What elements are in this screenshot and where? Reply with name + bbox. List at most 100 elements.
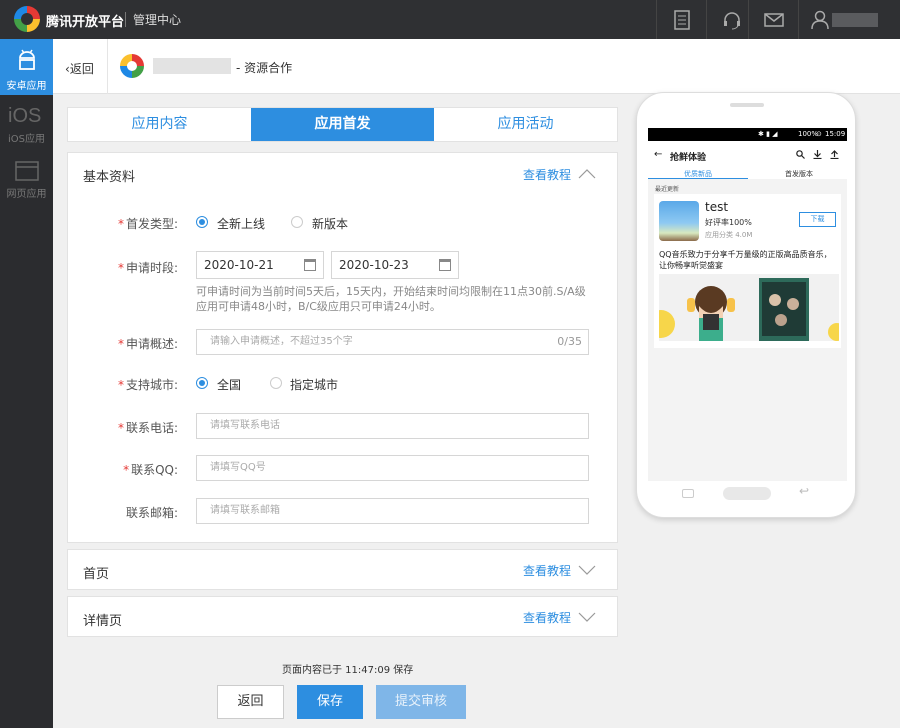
phone-section-title: 最近更新 <box>655 186 680 193</box>
recent-apps-icon <box>682 489 694 498</box>
required-mark: * <box>117 378 124 392</box>
radio-new-version[interactable] <box>291 216 303 228</box>
radio-specific-city-label[interactable]: 指定城市 <box>290 376 338 393</box>
phone-tab-indicator <box>648 178 748 179</box>
breadcrumb: - 资源合作 <box>236 61 293 75</box>
required-mark: * <box>123 463 130 477</box>
period-hint: 可申请时间为当前时间5天后，15天内，开始结束时间均限制在11点30前.S/A级… <box>196 285 586 313</box>
email-input[interactable]: 请填写联系邮箱 <box>196 498 589 524</box>
alarm-icon: ⊙ <box>816 130 822 138</box>
phone-page-title: 抢鲜体验 <box>670 153 707 163</box>
sidebar: 安卓应用 iOS iOS应用 网页应用 <box>0 39 53 728</box>
required-mark: * <box>117 217 124 231</box>
end-date-input[interactable]: 2020-10-23 <box>331 251 459 279</box>
end-date-value: 2020-10-23 <box>339 258 409 272</box>
qq-input[interactable]: 请填写QQ号 <box>196 455 589 481</box>
headset-icon <box>723 11 740 29</box>
sidebar-item-label: iOS应用 <box>8 134 45 145</box>
download-icon <box>813 150 822 159</box>
view-tutorial-link[interactable]: 查看教程 <box>523 609 571 626</box>
home-button-icon <box>723 487 771 500</box>
phone-nav-bar: ↩ <box>637 481 857 507</box>
subheader-divider <box>107 39 108 94</box>
sidebar-item-label: 安卓应用 <box>6 81 47 92</box>
homepage-panel[interactable]: 首页 查看教程 <box>67 549 618 590</box>
view-tutorial-link[interactable]: 查看教程 <box>523 562 571 579</box>
phone-input[interactable]: 请填写联系电话 <box>196 413 589 439</box>
document-icon <box>673 9 690 30</box>
radio-specific-city[interactable] <box>270 377 282 389</box>
search-icon <box>796 150 805 159</box>
calendar-icon[interactable] <box>304 259 316 271</box>
document-button[interactable] <box>656 0 706 39</box>
app-name-blurred <box>153 58 231 74</box>
top-bar: 腾讯开放平台 管理中心 <box>0 0 900 39</box>
start-date-input[interactable]: 2020-10-21 <box>196 251 324 279</box>
email-label: 联系邮箱: <box>125 506 178 520</box>
qq-label: * 联系QQ: <box>88 461 178 478</box>
sidebar-item-label: 网页应用 <box>6 189 47 200</box>
save-button[interactable]: 保存 <box>297 685 363 719</box>
user-icon <box>811 10 829 29</box>
back-button[interactable]: 返回 <box>217 685 284 719</box>
label-text: 联系QQ: <box>131 463 178 477</box>
chevron-down-icon[interactable] <box>578 565 596 575</box>
view-tutorial-link[interactable]: 查看教程 <box>523 166 571 183</box>
city-label: * 支持城市: <box>88 376 178 393</box>
char-counter: 0/35 <box>557 335 582 348</box>
panel-title: 首页 <box>83 567 110 582</box>
sidebar-item-web[interactable]: 网页应用 <box>0 155 53 211</box>
radio-new-launch[interactable] <box>196 216 208 228</box>
mail-icon <box>763 12 784 27</box>
back-arrow-icon: ↩ <box>799 484 810 498</box>
phone-app-bar: ← 抢鲜体验 优质新品 首发版本 <box>648 141 847 179</box>
phone-label: * 联系电话: <box>88 419 178 436</box>
radio-nationwide-label[interactable]: 全国 <box>217 376 241 393</box>
phone-status-bar: ✱ ▮ ◢ 100% ⊙ 15:09 <box>648 128 847 141</box>
summary-label: * 申请概述: <box>88 335 178 352</box>
app-thumbnail-icon <box>659 201 699 241</box>
label-text: 申请概述: <box>125 337 178 351</box>
tencent-logo-icon[interactable] <box>14 6 40 32</box>
phone-app-name: test <box>705 200 729 214</box>
summary-input[interactable]: 请输入申请概述，不超过35个字 0/35 <box>196 329 589 355</box>
sidebar-item-android[interactable]: 安卓应用 <box>0 39 53 95</box>
brand-name[interactable]: 腾讯开放平台 <box>46 11 124 30</box>
tab-app-activity[interactable]: 应用活动 <box>434 108 617 141</box>
phone-screen: ✱ ▮ ◢ 100% ⊙ 15:09 ← 抢鲜体验 优质新品 首发版本 最近更新… <box>648 128 847 481</box>
phone-speaker <box>730 103 764 107</box>
required-mark: * <box>117 337 124 351</box>
web-icon <box>15 161 39 181</box>
android-icon <box>19 49 35 70</box>
arrow-left-icon: ← <box>654 149 663 160</box>
radio-nationwide[interactable] <box>196 377 208 389</box>
banner-illustration-icon <box>659 278 839 341</box>
required-mark: * <box>117 261 124 275</box>
share-icon <box>830 150 839 159</box>
chevron-down-icon[interactable] <box>578 612 596 622</box>
back-link[interactable]: ‹返回 <box>65 60 94 77</box>
basic-info-panel: 基本资料 查看教程 * 首发类型: 全新上线 新版本 * 申请时段: 2020-10… <box>67 152 618 543</box>
panel-title: 详情页 <box>83 614 123 629</box>
mail-button[interactable] <box>748 0 798 39</box>
radio-new-launch-label[interactable]: 全新上线 <box>217 215 265 232</box>
tab-app-content[interactable]: 应用内容 <box>68 108 251 141</box>
radio-new-version-label[interactable]: 新版本 <box>312 215 348 232</box>
calendar-icon[interactable] <box>439 259 451 271</box>
user-name-blurred[interactable] <box>832 13 878 27</box>
tab-app-launch[interactable]: 应用首发 <box>251 108 434 141</box>
back-link-label: 返回 <box>69 62 94 76</box>
brand-subtitle[interactable]: 管理中心 <box>133 11 181 28</box>
brand-divider <box>125 12 126 27</box>
detail-page-panel[interactable]: 详情页 查看教程 <box>67 596 618 637</box>
chevron-up-icon[interactable] <box>578 169 596 179</box>
phone-app-banner <box>659 274 839 341</box>
label-text: 联系电话: <box>125 421 178 435</box>
phone-download-button: 下载 <box>799 212 836 227</box>
period-label: * 申请时段: <box>88 259 178 276</box>
sidebar-item-ios[interactable]: iOS iOS应用 <box>0 99 53 155</box>
save-status: 页面内容已于 11:47:09 保存 <box>282 665 414 676</box>
label-text: 支持城市: <box>125 378 178 392</box>
phone-app-rating: 好评率100% <box>705 218 752 227</box>
submit-review-button[interactable]: 提交审核 <box>376 685 466 719</box>
